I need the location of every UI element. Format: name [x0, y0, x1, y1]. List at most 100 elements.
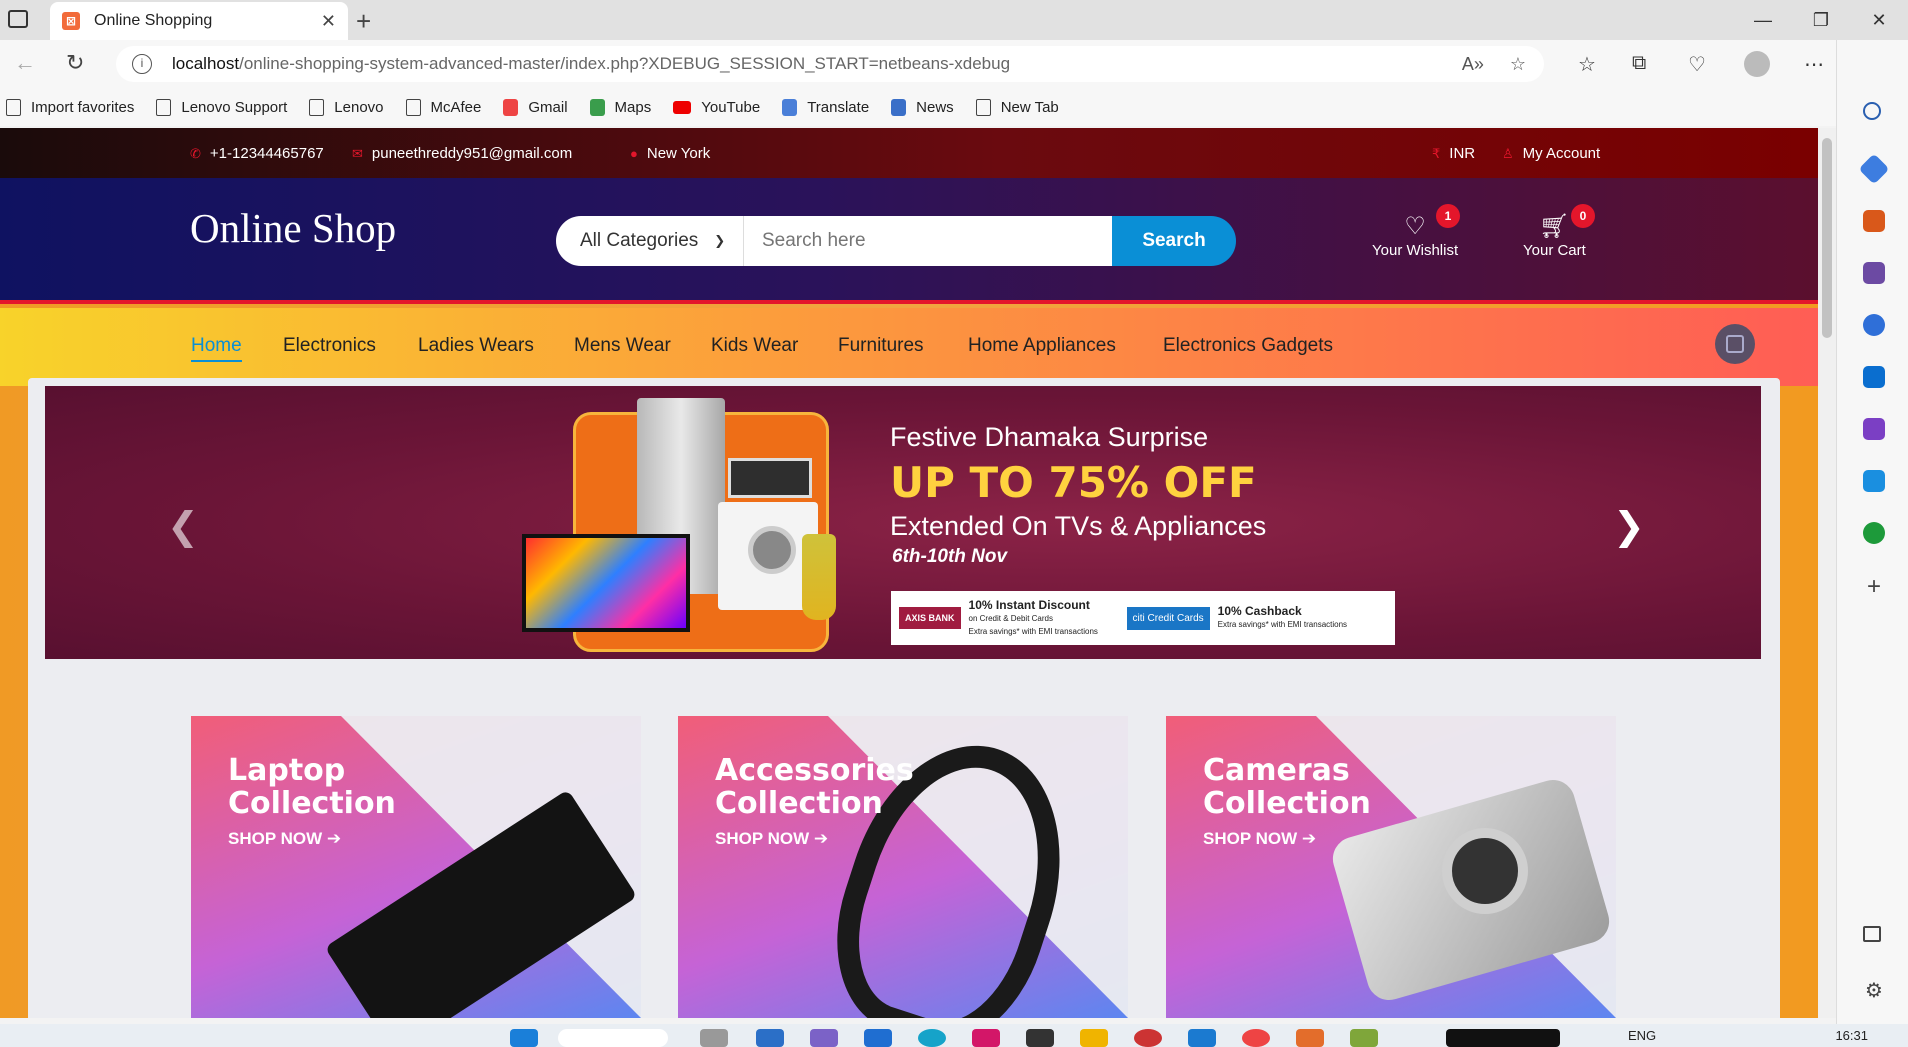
search-input[interactable] — [744, 216, 1112, 266]
promo-banner[interactable]: ❮ ❯ Festive Dhamaka Surprise UP TO 75% O… — [45, 386, 1761, 659]
taskbar-search-box[interactable] — [558, 1029, 668, 1047]
collections-icon[interactable]: ⧉ — [1632, 52, 1646, 75]
store-icon[interactable] — [1026, 1029, 1054, 1047]
edge-taskbar-icon[interactable] — [918, 1029, 946, 1047]
browser-essentials-icon[interactable]: ♡ — [1688, 52, 1706, 77]
nav-furnitures[interactable]: Furnitures — [838, 335, 924, 357]
more-menu-icon[interactable]: ⋯ — [1804, 52, 1824, 77]
widgets-icon[interactable] — [756, 1029, 784, 1047]
outlook-icon[interactable] — [1863, 366, 1885, 388]
fav-lenovo[interactable]: Lenovo — [309, 98, 384, 116]
fav-lenovo-support[interactable]: Lenovo Support — [156, 98, 287, 116]
category-select[interactable]: All Categories ❯ — [556, 216, 744, 266]
chrome-icon[interactable] — [1242, 1029, 1270, 1047]
app-icon[interactable] — [864, 1029, 892, 1047]
sidebar-toggle-icon[interactable] — [1863, 926, 1881, 942]
url-bar[interactable]: i localhost/online-shopping-system-advan… — [116, 46, 1544, 82]
collection-title: Accessories Collection — [715, 753, 914, 821]
axis-bank-logo: AXIS BANK — [899, 607, 961, 629]
site-info-icon[interactable]: i — [132, 54, 152, 74]
back-icon[interactable]: ← — [14, 50, 36, 76]
gmail-icon — [503, 98, 519, 116]
main-nav: Home Electronics Ladies Wears Mens Wear … — [0, 308, 1818, 386]
prev-slide-button[interactable]: ❮ — [167, 504, 199, 549]
currency-link[interactable]: ₹ INR — [1432, 145, 1475, 162]
fav-maps[interactable]: Maps — [589, 98, 651, 116]
fav-youtube[interactable]: YouTube — [673, 99, 760, 116]
favorites-icon[interactable]: ☆ — [1578, 52, 1596, 77]
phone-link[interactable]: ✆ +1-12344465767 — [190, 145, 324, 162]
minimize-button[interactable]: — — [1734, 0, 1792, 40]
page-icon — [405, 98, 421, 116]
site-logo[interactable]: Online Shop — [190, 204, 396, 252]
designer-icon[interactable] — [1863, 418, 1885, 440]
add-favorite-icon[interactable]: ☆ — [1510, 54, 1526, 75]
app-icon[interactable] — [1350, 1029, 1378, 1047]
search-button[interactable]: Search — [1112, 216, 1236, 266]
microsoft-365-icon[interactable] — [1863, 314, 1885, 336]
fav-mcafee[interactable]: McAfee — [405, 98, 481, 116]
nav-ladies-wears[interactable]: Ladies Wears — [418, 335, 534, 357]
nav-electronics-gadgets[interactable]: Electronics Gadgets — [1163, 335, 1333, 357]
collection-card-cameras[interactable]: Cameras Collection SHOP NOW ➔ — [1166, 716, 1616, 1018]
file-explorer-icon[interactable] — [1080, 1029, 1108, 1047]
microwave-image — [728, 458, 812, 498]
restore-button[interactable]: ❐ — [1792, 0, 1850, 40]
fav-import[interactable]: Import favorites — [6, 98, 134, 116]
teams-icon[interactable] — [810, 1029, 838, 1047]
tv-image — [522, 534, 690, 632]
email-link[interactable]: ✉ puneethreddy951@gmail.com — [352, 145, 572, 162]
shop-now-link[interactable]: SHOP NOW ➔ — [1203, 829, 1316, 849]
tree-icon[interactable] — [1863, 522, 1885, 544]
search-icon[interactable] — [1863, 102, 1881, 120]
fav-translate[interactable]: Translate — [782, 98, 869, 116]
nav-home-appliances[interactable]: Home Appliances — [968, 335, 1116, 357]
refresh-icon[interactable]: ↻ — [66, 50, 84, 76]
start-icon[interactable] — [510, 1029, 538, 1047]
visual-search-icon[interactable] — [1715, 324, 1755, 364]
shop-now-link[interactable]: SHOP NOW ➔ — [228, 829, 341, 849]
shop-now-link[interactable]: SHOP NOW ➔ — [715, 829, 828, 849]
profile-avatar-icon[interactable] — [1744, 51, 1770, 77]
chrome-icon[interactable] — [1134, 1029, 1162, 1047]
vscode-icon[interactable] — [1188, 1029, 1216, 1047]
close-tab-icon[interactable]: ✕ — [321, 11, 336, 32]
page-scrollbar[interactable] — [1818, 128, 1836, 1018]
settings-gear-icon[interactable]: ⚙ — [1863, 978, 1885, 1002]
language-indicator[interactable]: ENG — [1628, 1028, 1656, 1043]
app-icon[interactable] — [972, 1029, 1000, 1047]
shopping-tag-icon[interactable] — [1858, 153, 1890, 185]
send-icon[interactable] — [1863, 470, 1885, 492]
scroll-thumb[interactable] — [1822, 138, 1832, 338]
nav-home[interactable]: Home — [191, 335, 242, 362]
my-account-link[interactable]: ♙ My Account — [1502, 145, 1600, 162]
top-contact-bar: ✆ +1-12344465767 ✉ puneethreddy951@gmail.c… — [0, 128, 1818, 178]
read-aloud-icon[interactable]: A» — [1462, 54, 1484, 75]
tab-actions-icon[interactable] — [8, 10, 28, 28]
location-link[interactable]: ● New York — [630, 145, 710, 162]
collection-card-laptop[interactable]: Laptop Collection SHOP NOW ➔ — [191, 716, 641, 1018]
arrow-circle-icon: ➔ — [326, 829, 342, 848]
cart-link[interactable]: 🛒︎ 0 Your Cart — [1523, 204, 1595, 259]
games-icon[interactable] — [1863, 262, 1885, 284]
mixer-image — [802, 534, 836, 620]
tools-icon[interactable] — [1863, 210, 1885, 232]
wishlist-link[interactable]: ♡ 1 Your Wishlist — [1372, 204, 1460, 259]
nav-kids-wear[interactable]: Kids Wear — [711, 335, 798, 357]
fav-new-tab[interactable]: New Tab — [975, 98, 1059, 116]
collection-card-accessories[interactable]: Accessories Collection SHOP NOW ➔ — [678, 716, 1128, 1018]
wishlist-count-badge: 1 — [1436, 204, 1460, 228]
fav-gmail[interactable]: Gmail — [503, 98, 568, 116]
nav-electronics[interactable]: Electronics — [283, 335, 376, 357]
browser-tab[interactable]: ⊠ Online Shopping ✕ — [50, 2, 348, 40]
next-slide-button[interactable]: ❯ — [1613, 504, 1645, 549]
new-tab-button[interactable]: + — [356, 6, 371, 37]
nav-mens-wear[interactable]: Mens Wear — [574, 335, 671, 357]
task-view-icon[interactable] — [700, 1029, 728, 1047]
xampp-icon[interactable] — [1296, 1029, 1324, 1047]
close-window-button[interactable]: ✕ — [1850, 0, 1908, 40]
fav-news[interactable]: News — [891, 98, 954, 116]
add-icon[interactable]: + — [1863, 575, 1885, 600]
clock[interactable]: 16:31 — [1835, 1028, 1868, 1043]
bank-offers: AXIS BANK 10% Instant Discount on Credit … — [891, 591, 1395, 645]
